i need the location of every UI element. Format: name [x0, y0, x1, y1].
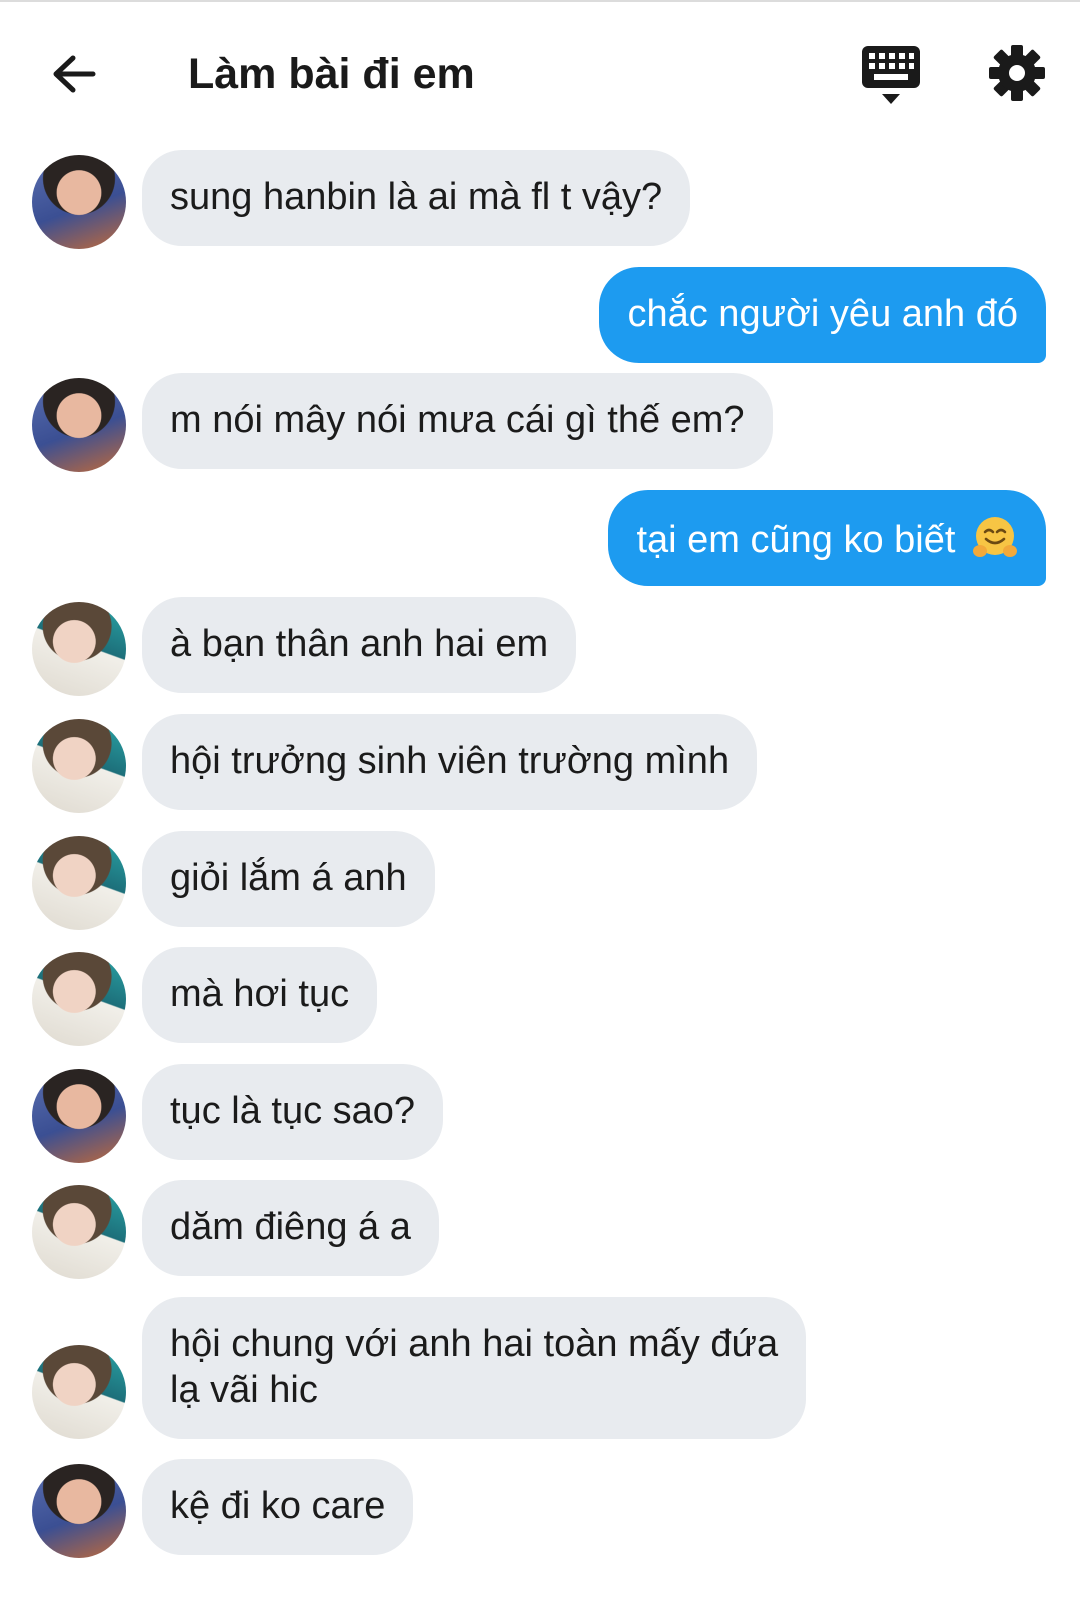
message-bubble-incoming[interactable]: tục là tục sao?: [142, 1064, 444, 1160]
message-row: tục là tục sao?: [0, 1064, 1080, 1164]
message-text: hội trưởng sinh viên trường mình: [170, 740, 730, 782]
message-row: hội chung với anh hai toàn mấy đứa lạ vã…: [0, 1297, 1080, 1442]
avatar[interactable]: [32, 378, 126, 472]
message-text: tại em cũng ko biết: [636, 519, 956, 561]
avatar[interactable]: [32, 719, 126, 813]
message-text: dăm điêng á a: [170, 1206, 411, 1248]
chat-title: Làm bài đi em: [188, 50, 475, 98]
message-text: kệ đi ko care: [170, 1485, 386, 1527]
hugging-face-emoji-icon: [973, 517, 1017, 557]
message-row: chắc người yêu anh đó: [0, 267, 1080, 367]
message-text: sung hanbin là ai mà fl t vậy?: [170, 176, 663, 218]
avatar[interactable]: [32, 155, 126, 249]
message-text: giỏi lắm á anh: [170, 857, 407, 899]
message-text-line: lạ vãi hic: [170, 1369, 318, 1411]
avatar[interactable]: [32, 1345, 126, 1439]
avatar[interactable]: [32, 1464, 126, 1558]
message-row: giỏi lắm á anh: [0, 831, 1080, 931]
chat-header: Làm bài đi em: [0, 0, 1080, 140]
message-text: à bạn thân anh hai em: [170, 623, 549, 665]
message-bubble-outgoing[interactable]: tại em cũng ko biết: [608, 490, 1046, 586]
settings-button[interactable]: [988, 44, 1046, 102]
message-bubble-incoming[interactable]: à bạn thân anh hai em: [142, 597, 577, 693]
message-bubble-incoming[interactable]: sung hanbin là ai mà fl t vậy?: [142, 150, 691, 246]
message-row: m nói mây nói mưa cái gì thế em?: [0, 373, 1080, 473]
message-text: m nói mây nói mưa cái gì thế em?: [170, 399, 745, 441]
avatar[interactable]: [32, 1069, 126, 1163]
message-text-line: hội chung với anh hai toàn mấy đứa: [170, 1323, 779, 1365]
arrow-left-icon: [53, 55, 96, 93]
message-bubble-incoming[interactable]: hội trưởng sinh viên trường mình: [142, 714, 758, 810]
gear-icon: [989, 45, 1045, 101]
message-bubble-incoming[interactable]: m nói mây nói mưa cái gì thế em?: [142, 373, 773, 469]
message-row: mà hơi tục: [0, 947, 1080, 1047]
keyboard-toggle-button[interactable]: [860, 44, 922, 108]
message-bubble-incoming[interactable]: dăm điêng á a: [142, 1180, 439, 1276]
back-button[interactable]: [44, 44, 104, 104]
message-bubble-incoming[interactable]: kệ đi ko care: [142, 1459, 414, 1555]
message-row: tại em cũng ko biết: [0, 490, 1080, 590]
chat-screen: Làm bài đi em sung hanbin là ai mà fl t …: [0, 0, 1080, 1623]
message-bubble-outgoing[interactable]: chắc người yêu anh đó: [599, 267, 1046, 363]
keyboard-icon: [862, 46, 920, 104]
message-row: sung hanbin là ai mà fl t vậy?: [0, 150, 1080, 250]
message-text: chắc người yêu anh đó: [627, 293, 1018, 335]
message-text: tục là tục sao?: [170, 1090, 416, 1132]
message-bubble-incoming[interactable]: hội chung với anh hai toàn mấy đứa lạ vã…: [142, 1297, 807, 1439]
avatar[interactable]: [32, 952, 126, 1046]
avatar[interactable]: [32, 1185, 126, 1279]
message-text: mà hơi tục: [170, 973, 350, 1015]
message-bubble-incoming[interactable]: mà hơi tục: [142, 947, 378, 1043]
avatar[interactable]: [32, 836, 126, 930]
message-bubble-incoming[interactable]: giỏi lắm á anh: [142, 831, 435, 927]
message-row: dăm điêng á a: [0, 1180, 1080, 1280]
avatar[interactable]: [32, 602, 126, 696]
message-row: à bạn thân anh hai em: [0, 597, 1080, 697]
message-row: hội trưởng sinh viên trường mình: [0, 714, 1080, 814]
message-row: kệ đi ko care: [0, 1459, 1080, 1559]
